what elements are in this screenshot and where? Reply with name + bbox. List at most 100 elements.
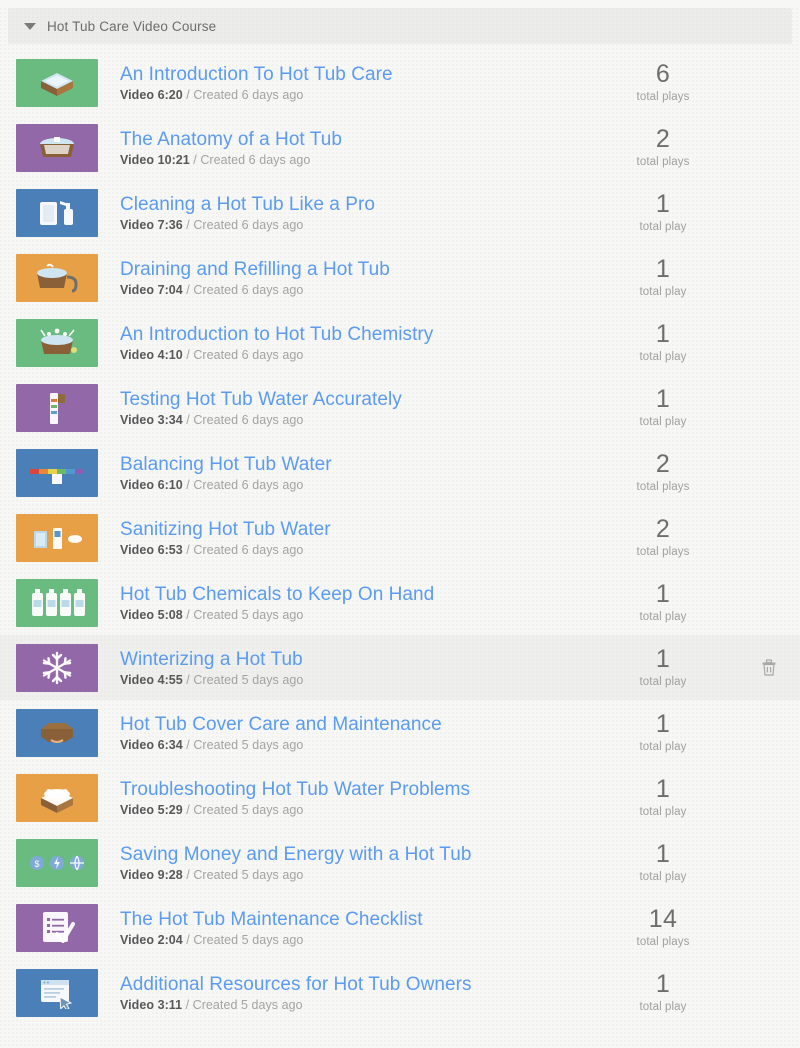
video-thumbnail[interactable] <box>16 383 98 432</box>
course-header[interactable]: Hot Tub Care Video Course <box>8 8 792 44</box>
video-thumbnail[interactable] <box>16 968 98 1017</box>
video-created-date: / Created 6 days ago <box>186 412 304 427</box>
video-title-link[interactable]: The Hot Tub Maintenance Checklist <box>120 908 588 931</box>
video-row[interactable]: The Hot Tub Maintenance Checklist Video … <box>0 895 800 960</box>
video-title-link[interactable]: Cleaning a Hot Tub Like a Pro <box>120 193 588 216</box>
course-title: Hot Tub Care Video Course <box>47 18 217 34</box>
video-thumbnail[interactable] <box>16 903 98 952</box>
row-actions <box>738 854 800 872</box>
play-count-number: 1 <box>655 644 671 673</box>
trash-icon <box>761 859 777 874</box>
trash-icon <box>761 729 777 744</box>
video-title-link[interactable]: Draining and Refilling a Hot Tub <box>120 258 588 281</box>
video-row[interactable]: Winterizing a Hot Tub Video 4:55 / Creat… <box>0 635 800 700</box>
video-info: Testing Hot Tub Water Accurately Video 3… <box>98 388 588 428</box>
video-list: An Introduction To Hot Tub Care Video 6:… <box>0 50 800 1025</box>
video-thumbnail[interactable] <box>16 643 98 692</box>
video-play-count: 1 total play <box>588 321 738 364</box>
video-thumbnail[interactable] <box>16 253 98 302</box>
video-thumbnail[interactable] <box>16 513 98 562</box>
video-created-date: / Created 6 days ago <box>186 542 304 557</box>
video-duration: Video 3:34 <box>120 412 183 427</box>
play-count-number: 1 <box>655 579 671 608</box>
video-created-date: / Created 6 days ago <box>186 477 304 492</box>
trash-icon <box>761 469 777 484</box>
row-actions <box>738 984 800 1002</box>
video-thumbnail[interactable] <box>16 708 98 757</box>
video-duration: Video 6:53 <box>120 542 183 557</box>
row-actions <box>738 919 800 937</box>
video-thumbnail[interactable] <box>16 773 98 822</box>
video-meta: Video 7:36 / Created 6 days ago <box>120 218 588 233</box>
video-duration: Video 6:10 <box>120 477 183 492</box>
row-actions <box>738 269 800 287</box>
video-meta: Video 6:10 / Created 6 days ago <box>120 478 588 493</box>
video-title-link[interactable]: Saving Money and Energy with a Hot Tub <box>120 843 588 866</box>
video-row[interactable]: Cleaning a Hot Tub Like a Pro Video 7:36… <box>0 180 800 245</box>
video-title-link[interactable]: Hot Tub Cover Care and Maintenance <box>120 713 588 736</box>
video-meta: Video 6:20 / Created 6 days ago <box>120 88 588 103</box>
trash-icon <box>761 144 777 159</box>
play-count-label: total plays <box>636 90 690 103</box>
play-count-label: total play <box>639 675 687 688</box>
video-meta: Video 4:55 / Created 5 days ago <box>120 673 588 688</box>
video-title-link[interactable]: An Introduction to Hot Tub Chemistry <box>120 323 588 346</box>
video-thumbnail[interactable] <box>16 58 98 107</box>
video-thumbnail[interactable] <box>16 318 98 367</box>
video-duration: Video 6:20 <box>120 87 183 102</box>
video-created-date: / Created 6 days ago <box>186 87 304 102</box>
play-count-number: 1 <box>655 774 671 803</box>
video-created-date: / Created 5 days ago <box>186 737 304 752</box>
video-row[interactable]: $ Saving Money and Energy with a Hot Tub… <box>0 830 800 895</box>
video-row[interactable]: The Anatomy of a Hot Tub Video 10:21 / C… <box>0 115 800 180</box>
video-thumbnail[interactable] <box>16 188 98 237</box>
video-row[interactable]: Hot Tub Chemicals to Keep On Hand Video … <box>0 570 800 635</box>
video-title-link[interactable]: Balancing Hot Tub Water <box>120 453 588 476</box>
video-play-count: 14 total plays <box>588 906 738 949</box>
video-play-count: 6 total plays <box>588 61 738 104</box>
video-thumbnail[interactable]: $ <box>16 838 98 887</box>
video-row[interactable]: An Introduction To Hot Tub Care Video 6:… <box>0 50 800 115</box>
caret-down-icon[interactable] <box>24 22 36 30</box>
video-meta: Video 5:29 / Created 5 days ago <box>120 803 588 818</box>
video-row[interactable]: Balancing Hot Tub Water Video 6:10 / Cre… <box>0 440 800 505</box>
video-title-link[interactable]: Hot Tub Chemicals to Keep On Hand <box>120 583 588 606</box>
video-title-link[interactable]: Testing Hot Tub Water Accurately <box>120 388 588 411</box>
video-title-link[interactable]: Additional Resources for Hot Tub Owners <box>120 973 588 996</box>
video-title-link[interactable]: Winterizing a Hot Tub <box>120 648 588 671</box>
video-play-count: 1 total play <box>588 711 738 754</box>
delete-video-button[interactable] <box>760 658 778 677</box>
trash-icon <box>761 209 777 224</box>
sponge-and-spray-bottle-icon <box>36 196 78 230</box>
trash-icon <box>761 534 777 549</box>
row-actions <box>738 464 800 482</box>
video-info: An Introduction to Hot Tub Chemistry Vid… <box>98 323 588 363</box>
video-row[interactable]: Hot Tub Cover Care and Maintenance Video… <box>0 700 800 765</box>
video-info: Hot Tub Cover Care and Maintenance Video… <box>98 713 588 753</box>
draining-tub-hose-icon <box>33 263 81 293</box>
play-count-label: total play <box>639 870 687 883</box>
video-thumbnail[interactable] <box>16 448 98 497</box>
row-actions <box>738 594 800 612</box>
video-play-count: 1 total play <box>588 579 738 624</box>
video-title-link[interactable]: An Introduction To Hot Tub Care <box>120 63 588 86</box>
video-title-link[interactable]: The Anatomy of a Hot Tub <box>120 128 588 151</box>
video-thumbnail[interactable] <box>16 123 98 172</box>
chemical-bottles-icon <box>29 587 85 619</box>
video-title-link[interactable]: Troubleshooting Hot Tub Water Problems <box>120 778 588 801</box>
video-row[interactable]: Testing Hot Tub Water Accurately Video 3… <box>0 375 800 440</box>
video-info: Draining and Refilling a Hot Tub Video 7… <box>98 258 588 298</box>
video-row[interactable]: Draining and Refilling a Hot Tub Video 7… <box>0 245 800 310</box>
play-count-label: total play <box>639 350 687 363</box>
checklist-icon <box>39 909 75 947</box>
video-row[interactable]: Additional Resources for Hot Tub Owners … <box>0 960 800 1025</box>
video-row[interactable]: Troubleshooting Hot Tub Water Problems V… <box>0 765 800 830</box>
foamy-tub-icon <box>34 782 80 814</box>
video-row[interactable]: An Introduction to Hot Tub Chemistry Vid… <box>0 310 800 375</box>
video-duration: Video 2:04 <box>120 932 183 947</box>
video-thumbnail[interactable] <box>16 578 98 627</box>
video-row[interactable]: Sanitizing Hot Tub Water Video 6:53 / Cr… <box>0 505 800 570</box>
video-title-link[interactable]: Sanitizing Hot Tub Water <box>120 518 588 541</box>
trash-icon <box>761 79 777 94</box>
video-info: Saving Money and Energy with a Hot Tub V… <box>98 843 588 883</box>
